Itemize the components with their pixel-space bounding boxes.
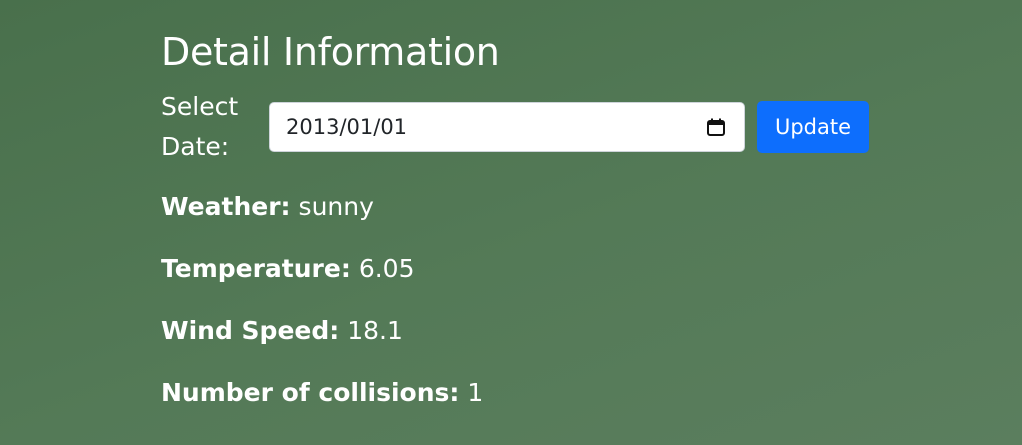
detail-list: Weather: sunny Temperature: 6.05 Wind Sp…	[161, 176, 873, 424]
wind-speed-value: 18.1	[347, 316, 403, 345]
wind-speed-label: Wind Speed:	[161, 316, 340, 345]
date-input-field[interactable]	[269, 102, 745, 152]
temperature-value: 6.05	[358, 254, 415, 283]
temperature-label: Temperature:	[161, 254, 351, 283]
update-button[interactable]: Update	[757, 101, 869, 153]
date-selector-row: Select Date: Update	[161, 86, 873, 168]
weather-value: sunny	[298, 192, 374, 221]
wind-speed-line: Wind Speed: 18.1	[161, 300, 873, 362]
collisions-value: 1	[467, 378, 484, 407]
weather-label: Weather:	[161, 192, 291, 221]
calendar-icon[interactable]	[706, 117, 726, 137]
collisions-label: Number of collisions:	[161, 378, 460, 407]
page-title: Detail Information	[161, 30, 500, 74]
collisions-line: Number of collisions: 1	[161, 362, 873, 424]
date-input[interactable]	[286, 115, 686, 139]
weather-line: Weather: sunny	[161, 176, 873, 238]
temperature-line: Temperature: 6.05	[161, 238, 873, 300]
select-date-label: Select Date:	[161, 92, 239, 161]
detail-panel: Detail Information Select Date: Update W…	[161, 26, 873, 424]
